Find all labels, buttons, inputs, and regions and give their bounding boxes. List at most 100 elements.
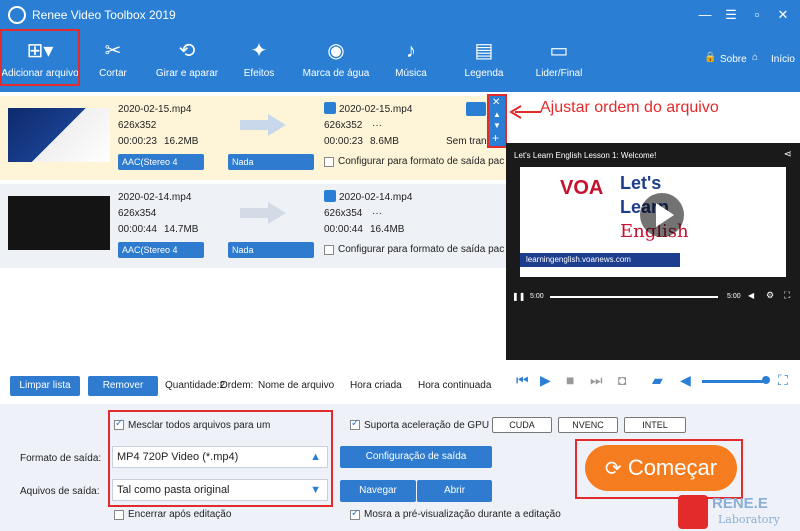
gpu-label: Suporta aceleração de GPU [364, 420, 490, 431]
quantity-label: Quantidade:2 [165, 380, 226, 391]
transition-icon[interactable] [466, 102, 486, 116]
voa-logo: VOA [560, 177, 604, 199]
open-button[interactable]: Abrir [417, 480, 492, 502]
minimize-icon[interactable]: — [696, 6, 714, 24]
effects-label: Efeitos [243, 68, 275, 79]
output-size: 8.6MB [370, 136, 399, 147]
subtitle-label: Legenda [464, 68, 504, 79]
subtitle-button[interactable]: ▤ Legenda [456, 30, 512, 92]
home-icon: ⌂ [752, 52, 759, 63]
audio-track-select[interactable]: AAC(Stereo 4 [118, 154, 204, 170]
watermark-button[interactable]: ◉ Marca de água [296, 30, 376, 92]
file-list: 2020-02-15.mp4 626x352 00:00:23 16.2MB 2… [0, 92, 506, 364]
video-title: Let's Learn English Lesson 1: Welcome! [514, 151, 657, 160]
music-note-icon: ♪ [406, 40, 416, 62]
output-size: 16.4MB [370, 224, 405, 235]
file-row[interactable]: 2020-02-14.mp4 626x354 00:00:44 14.7MB 2… [0, 184, 506, 268]
output-duration: 00:00:23 [324, 136, 363, 147]
add-file-highlight [0, 29, 80, 86]
gpu-checkbox[interactable] [350, 418, 360, 430]
snapshot-icon[interactable]: ◘ [618, 372, 626, 388]
convert-arrow-icon [240, 202, 286, 224]
player-controls: ⏮ ▶ ■ ⏭ ◘ ▰ ◀ ⛶ [506, 364, 800, 400]
url-banner: learningenglish.voanews.com [520, 253, 680, 267]
remove-button[interactable]: Remover [88, 376, 158, 396]
intro-outro-label: Lider/Final [535, 68, 583, 79]
title-bar: Renee Video Toolbox 2019 — ☰ ▫ ✕ [0, 0, 800, 30]
home-link[interactable]: Início [771, 54, 795, 65]
preview-checkbox[interactable] [350, 508, 360, 520]
output-more[interactable]: ··· [372, 120, 382, 131]
music-button[interactable]: ♪ Música [386, 30, 436, 92]
watermark-brand: RENE.E [712, 495, 768, 512]
intro-outro-icon: ▭ [549, 40, 569, 62]
cut-label: Cortar [99, 68, 127, 79]
config-checkbox[interactable] [324, 245, 334, 255]
sort-by-continued[interactable]: Hora continuada [418, 380, 491, 391]
music-label: Música [395, 68, 427, 79]
config-checkbox[interactable] [324, 157, 334, 167]
subtitle-select[interactable]: Nada [228, 242, 314, 258]
menu-icon[interactable]: ☰ [722, 6, 740, 24]
video-thumbnail [8, 108, 110, 162]
play-icon[interactable]: ▶ [540, 372, 551, 389]
intro-outro-button[interactable]: ▭ Lider/Final [528, 30, 590, 92]
subtitle-select[interactable]: Nada [228, 154, 314, 170]
main-toolbar: ⊞▾ Adicionar arquivo ✂ Cortar ⟲ Girar e … [0, 30, 800, 92]
output-more[interactable]: ··· [372, 208, 382, 219]
edit-icon[interactable] [324, 102, 336, 114]
close-icon[interactable]: ✕ [774, 6, 792, 24]
headline-1: Let's [620, 173, 662, 193]
video-preview[interactable]: Let's Learn English Lesson 1: Welcome! ⋖… [506, 143, 800, 360]
config-label: Configurar para formato de saída pac [338, 156, 505, 167]
annotation-text: Ajustar ordem do arquivo [540, 99, 719, 116]
settings-icon[interactable]: ⚙ [766, 290, 774, 301]
pause-icon[interactable]: ❚❚ [512, 292, 525, 301]
play-triangle-icon [656, 203, 674, 227]
preview-label: Mosra a pré-visualização durante a edita… [364, 509, 561, 520]
previous-icon[interactable]: ⏮ [516, 372, 529, 389]
annotation-arrow-icon [509, 105, 541, 119]
cut-button[interactable]: ✂ Cortar [86, 30, 140, 92]
time-total: 5:00 [727, 293, 741, 300]
about-link[interactable]: Sobre [720, 54, 747, 65]
volume-icon[interactable]: ◀ [680, 372, 691, 389]
seek-track[interactable] [550, 296, 718, 298]
volume-small-icon[interactable]: ◀ [748, 291, 754, 300]
share-icon[interactable]: ⋖ [784, 149, 792, 160]
app-logo-icon [8, 6, 26, 24]
rotate-crop-button[interactable]: ⟲ Girar e aparar [148, 30, 226, 92]
restore-icon[interactable]: ▫ [748, 6, 766, 24]
shutdown-label: Encerrar após editação [128, 509, 232, 520]
nvenc-badge: NVENC [558, 417, 618, 433]
fullscreen-small-icon[interactable]: ⛶ [784, 290, 790, 301]
effects-icon: ✦ [250, 40, 268, 62]
source-duration: 00:00:23 [118, 136, 157, 147]
scissors-icon: ✂ [104, 40, 122, 62]
file-row[interactable]: 2020-02-15.mp4 626x352 00:00:23 16.2MB 2… [0, 96, 506, 180]
shutdown-checkbox[interactable] [114, 510, 124, 520]
format-label: Formato de saída: [20, 453, 102, 464]
effects-button[interactable]: ✦ Efeitos [234, 30, 284, 92]
sort-by-created[interactable]: Hora criada [350, 380, 402, 391]
sort-by-name[interactable]: Nome de arquivo [258, 380, 334, 391]
fullscreen-icon[interactable]: ⛶ [778, 372, 788, 389]
stop-icon[interactable]: ■ [566, 372, 574, 388]
folder-icon[interactable]: ▰ [652, 372, 663, 389]
clear-list-button[interactable]: Limpar lista [10, 376, 80, 396]
watermark-cross-icon [678, 495, 708, 529]
volume-slider[interactable] [702, 380, 764, 383]
folder-label: Aquivos de saída: [20, 486, 100, 497]
source-size: 14.7MB [164, 224, 199, 235]
source-filename: 2020-02-14.mp4 [118, 192, 192, 203]
edit-icon[interactable] [324, 190, 336, 202]
convert-arrow-icon [240, 114, 286, 136]
browse-button[interactable]: Navegar [340, 480, 416, 502]
volume-knob[interactable] [762, 376, 770, 384]
audio-track-select[interactable]: AAC(Stereo 4 [118, 242, 204, 258]
output-config-button[interactable]: Configuração de saída [340, 446, 492, 468]
subtitle-icon: ▤ [474, 40, 494, 62]
next-icon[interactable]: ⏭ [590, 372, 603, 389]
source-resolution: 626x352 [118, 120, 157, 131]
output-duration: 00:00:44 [324, 224, 363, 235]
